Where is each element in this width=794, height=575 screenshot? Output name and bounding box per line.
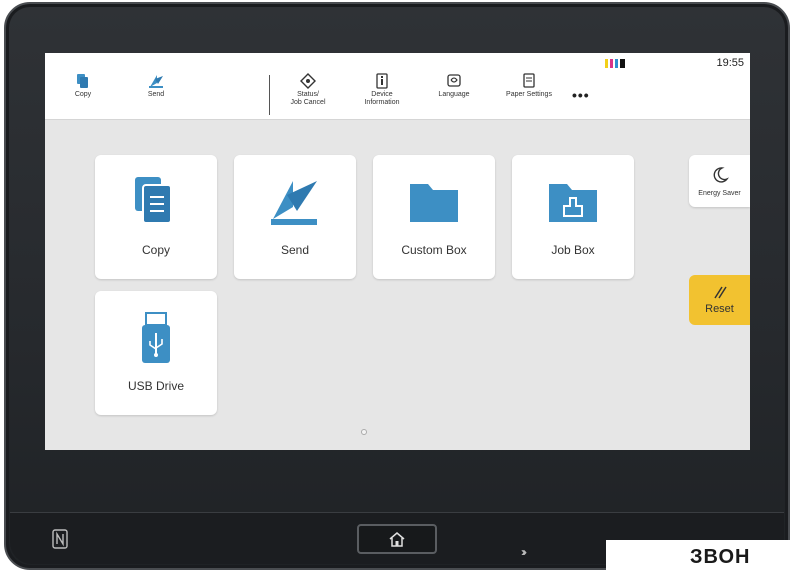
home-button[interactable] [357,524,437,554]
usb-drive-tile[interactable]: USB Drive [95,291,217,415]
job-box-tile-label: Job Box [551,243,595,257]
touch-screen: Copy Send Status/ Job Cancel Device Info… [45,53,750,450]
custom-box-tile-label: Custom Box [401,243,467,257]
reset-label: Reset [705,303,734,315]
send-icon [149,75,163,88]
language-icon [447,74,461,87]
toner-cyan [615,59,618,68]
watermark-logo: ЗВОН [606,540,794,575]
folder-icon [410,184,458,222]
toner-yellow [605,59,608,68]
paper-settings-icon [523,73,535,88]
copy-icon [135,177,172,224]
chevron-right-icon: ››› [521,545,527,559]
toner-level-indicator [605,59,625,68]
header-send-button[interactable]: Send [121,73,191,99]
watermark-text: ЗВОН [690,546,751,568]
reset-slash-icon [713,286,727,299]
usb-drive-tile-label: USB Drive [127,379,184,393]
header-copy-label: Copy [74,91,92,98]
device-information-label: Device Information [364,91,400,106]
status-job-cancel-button[interactable]: Status/ Job Cancel [273,73,343,107]
more-button[interactable]: ••• [572,87,590,103]
toner-black [620,59,625,68]
usb-drive-icon [142,312,170,363]
language-label: Language [438,91,470,98]
copy-tile[interactable]: Copy [95,155,217,279]
send-icon [271,181,317,225]
moon-icon [713,166,729,183]
header-copy-button[interactable]: Copy [48,73,118,99]
job-box-icon [549,184,597,222]
home-icon [389,532,405,547]
status-job-cancel-label: Status/ Job Cancel [290,91,326,106]
header-send-label: Send [147,91,165,98]
reset-button[interactable]: Reset [689,275,750,325]
job-box-tile[interactable]: Job Box [512,155,634,279]
clock: 19:55 [716,57,744,69]
custom-box-tile[interactable]: Custom Box [373,155,495,279]
status-icon [300,73,316,89]
send-tile-label: Send [280,243,310,257]
device-information-button[interactable]: Device Information [347,73,417,107]
device-info-icon [376,73,388,89]
toner-magenta [610,59,613,68]
top-bar: Copy Send Status/ Job Cancel Device Info… [45,53,750,120]
page-indicator [361,429,367,435]
paper-settings-label: Paper Settings [506,91,552,98]
energy-saver-label: Energy Saver [698,189,741,197]
copy-icon [77,74,88,88]
header-divider [269,75,270,115]
copy-tile-label: Copy [141,243,170,257]
nfc-icon [52,529,68,554]
language-button[interactable]: Language [419,73,489,99]
energy-saver-button[interactable]: Energy Saver [689,155,750,207]
paper-settings-button[interactable]: Paper Settings [494,73,564,99]
send-tile[interactable]: Send [234,155,356,279]
